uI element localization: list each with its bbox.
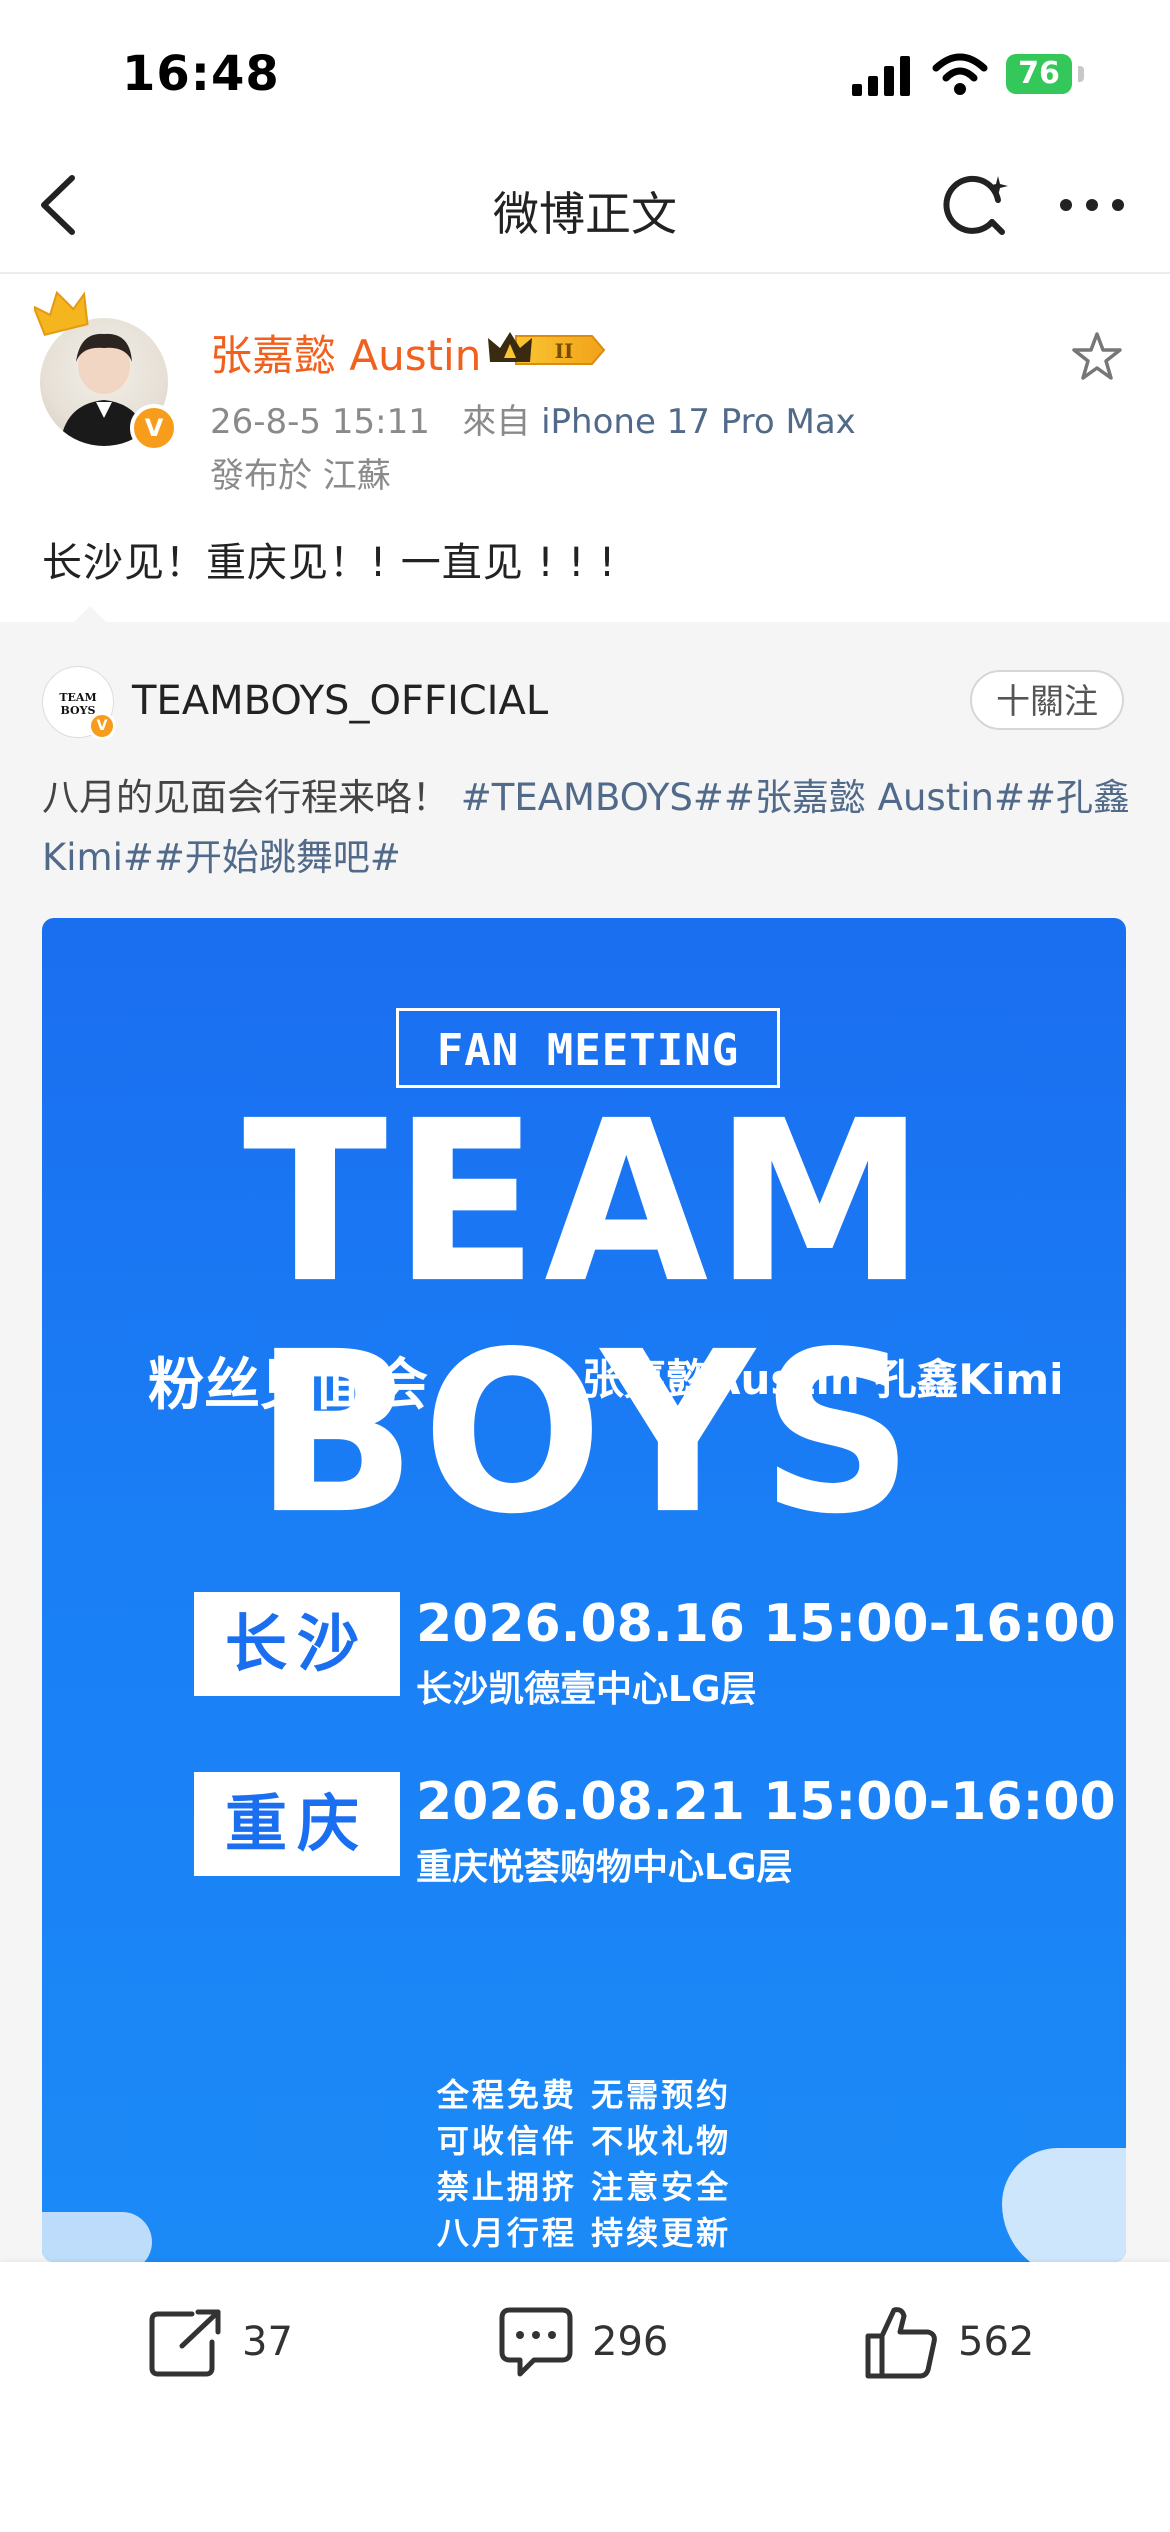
more-icon[interactable] [1056,185,1128,225]
share-icon [149,2309,221,2377]
battery-level: 76 [1018,56,1060,91]
poster-members: 张嘉懿Austin 孔鑫Kimi [582,1355,1064,1404]
verified-icon: V [88,712,116,740]
status-time: 16:48 [122,46,280,102]
divider [0,272,1170,274]
post-source-prefix: 來自 [462,402,531,442]
post-time: 26-8-5 15:11 [210,402,430,442]
poster-subtitle: 粉丝见面会 [148,1353,428,1418]
poster-title: TEAM BOYS [242,1072,932,1563]
comment-button[interactable]: 296 [498,2302,668,2382]
like-count: 562 [958,2319,1035,2365]
post-location: 發布於 江蘇 [210,456,391,496]
action-bar: 37 296 562 [0,2262,1170,2532]
poster-label: FAN MEETING [436,1025,740,1076]
battery-tip [1078,66,1084,82]
repost-text-plain: 八月的见面会行程来咯！ [42,776,461,819]
event-venue: 重庆悦荟购物中心LG层 [416,1847,793,1888]
repost-username[interactable]: TEAMBOYS_OFFICIAL [132,678,548,724]
comment-count: 296 [592,2319,669,2365]
repost-button[interactable]: 37 [148,2302,293,2382]
crown-icon [34,290,89,336]
poster-cloud [42,2212,152,2262]
verified-icon: V [130,404,178,452]
poster-note: 全程免费 无需预约 [436,2076,732,2114]
event-city: 长沙 [194,1592,400,1696]
wifi-icon [932,53,988,95]
poster-note: 可收信件 不收礼物 [436,2122,732,2160]
star-icon[interactable] [1070,330,1124,384]
poster-note: 禁止拥挤 注意安全 [436,2168,732,2206]
post-source[interactable]: iPhone 17 Pro Max [541,402,856,442]
comment-icon [499,2307,573,2377]
like-button[interactable]: 562 [864,2302,1034,2382]
refresh-icon[interactable] [940,170,1010,240]
signal-icon [852,56,910,96]
post-text: 长沙见！重庆见！! 一直见 ! ! ! [42,540,616,586]
follow-button[interactable]: 十關注 [970,670,1124,730]
repost-text: 八月的见面会行程来咯！ #TEAMBOYS##张嘉懿 Austin##孔鑫Kim… [42,768,1132,888]
poster-image[interactable]: FAN MEETING TEAM BOYS 粉丝见面会 张嘉懿Austin 孔鑫… [42,918,1126,2262]
event-date: 2026.08.16 15:00-16:00 [416,1594,1116,1654]
vip-level: II [555,339,574,363]
vip-badge-icon[interactable]: II [488,328,606,372]
username[interactable]: 张嘉懿 Austin [210,322,481,383]
poster-cloud [1002,2148,1126,2262]
post-meta: 26-8-5 15:11 來自 iPhone 17 Pro Max [210,394,856,443]
repost-count: 37 [242,2319,293,2365]
like-icon [865,2307,937,2379]
event-venue: 长沙凯德壹中心LG层 [416,1669,757,1710]
event-city: 重庆 [194,1772,400,1876]
event-date: 2026.08.21 15:00-16:00 [416,1772,1116,1832]
battery-icon: 76 [1006,54,1072,94]
repost-notch [72,606,108,624]
poster-note: 八月行程 持续更新 [436,2214,732,2252]
